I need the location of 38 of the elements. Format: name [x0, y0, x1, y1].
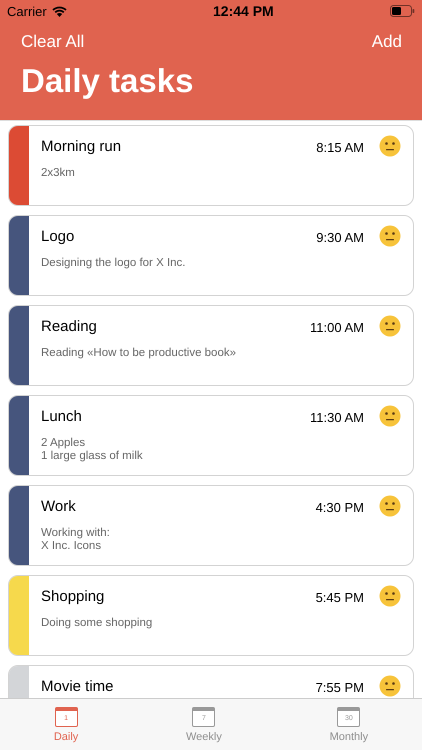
- task-title: Work: [41, 498, 77, 514]
- neutral-face-icon: [379, 225, 401, 247]
- clock-time: 12:44 PM: [213, 3, 274, 19]
- task-time: 5:45 PM: [316, 590, 364, 605]
- task-title: Logo: [41, 228, 76, 244]
- task-card[interactable]: Reading 11:00 AM Reading «How to be productive book»: [8, 305, 414, 386]
- task-note: 2x3km: [41, 167, 76, 180]
- task-note: 2 Apples 1 large glass of milk: [41, 437, 144, 463]
- task-note: Doing some shopping: [41, 617, 154, 630]
- page-title: Daily tasks: [21, 62, 194, 100]
- neutral-face-icon: [379, 405, 401, 427]
- task-time: 9:30 AM: [316, 230, 364, 245]
- wifi-icon: [52, 6, 67, 16]
- task-time: 7:55 PM: [316, 680, 364, 695]
- task-title: Movie time: [41, 678, 115, 694]
- carrier-label: Carrier: [7, 4, 47, 18]
- task-card[interactable]: Shopping 5:45 PM Doing some shopping: [8, 575, 414, 656]
- task-title: Reading: [41, 318, 98, 334]
- battery-icon: [390, 5, 415, 17]
- neutral-face-icon: [379, 585, 401, 607]
- neutral-face-icon: [379, 675, 401, 697]
- neutral-face-icon: [379, 495, 401, 517]
- task-time: 4:30 PM: [316, 500, 364, 515]
- neutral-face-icon: [379, 315, 401, 337]
- task-card[interactable]: Lunch 11:30 AM 2 Apples 1 large glass of milk: [8, 395, 414, 476]
- task-title: Shopping: [41, 588, 106, 604]
- task-note: Working with: X Inc. Icons: [41, 527, 111, 553]
- neutral-face-icon: [379, 135, 401, 157]
- task-card[interactable]: Logo 9:30 AM Designing the logo for X Inc.: [8, 215, 414, 296]
- task-card[interactable]: Morning run 8:15 AM 2x3km: [8, 125, 414, 206]
- task-time: 8:15 AM: [316, 140, 364, 155]
- task-card[interactable]: Work 4:30 PM Working with: X Inc. Icons: [8, 485, 414, 566]
- task-title: Morning run: [41, 138, 122, 154]
- task-time: 11:30 AM: [310, 410, 364, 425]
- task-title: Lunch: [41, 408, 83, 424]
- task-note: Designing the logo for X Inc.: [41, 257, 186, 270]
- task-time: 11:00 AM: [310, 320, 364, 335]
- task-note: Reading «How to be productive book»: [41, 347, 237, 360]
